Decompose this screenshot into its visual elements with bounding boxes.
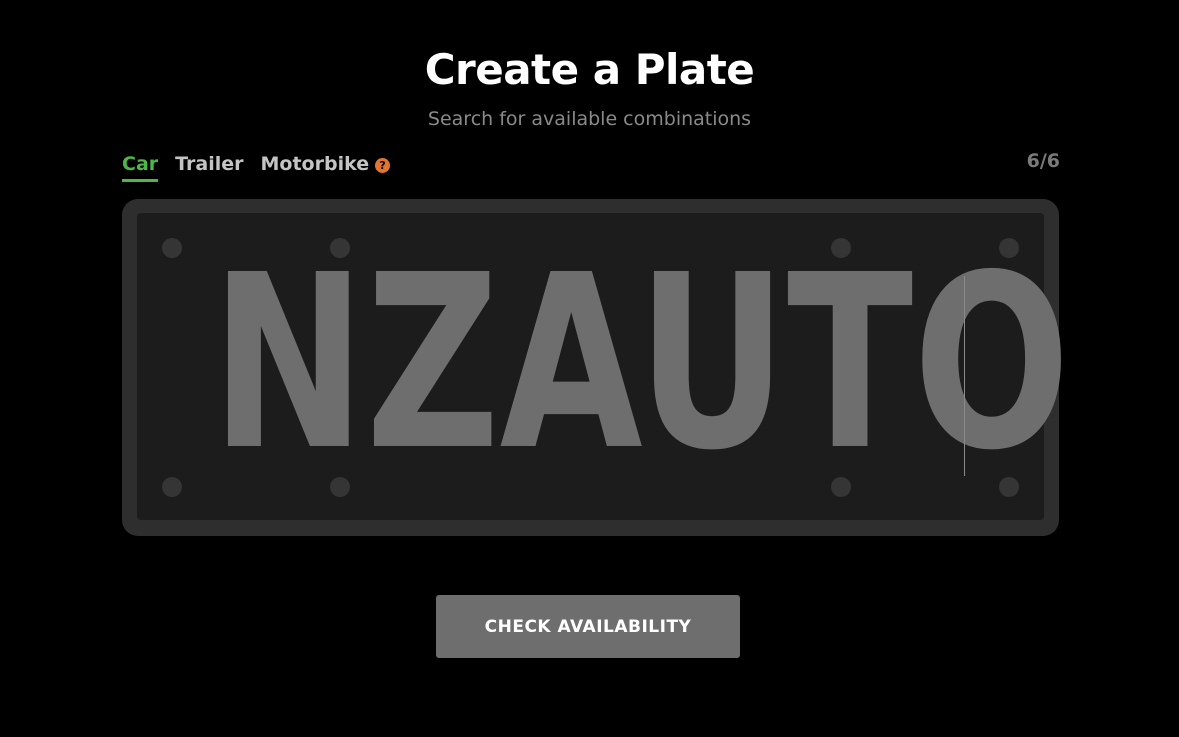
- page-title: Create a Plate: [424, 45, 755, 94]
- plate-text: NZAUTO: [211, 223, 1071, 503]
- screw-icon: [162, 477, 182, 497]
- plate-preview: NZAUTO: [122, 199, 1071, 536]
- create-plate-page: Create a Plate Search for available comb…: [0, 0, 1179, 737]
- tab-trailer-label: Trailer: [175, 153, 244, 175]
- tab-car[interactable]: Car: [122, 151, 159, 182]
- tab-car-label: Car: [122, 153, 159, 175]
- tab-motorbike-label: Motorbike: [260, 153, 370, 175]
- text-caret: [964, 276, 965, 476]
- page-subtitle: Search for available combinations: [427, 108, 752, 130]
- screw-icon: [162, 238, 182, 258]
- check-availability-button[interactable]: CHECK AVAILABILITY: [436, 595, 740, 658]
- tab-trailer[interactable]: Trailer: [175, 151, 243, 182]
- tab-motorbike[interactable]: Motorbike ?: [261, 151, 391, 182]
- plate-input[interactable]: NZAUTO: [137, 213, 1071, 520]
- vehicle-type-tabs: Car Trailer Motorbike ?: [122, 151, 407, 182]
- character-counter: 6/6: [1026, 150, 1060, 172]
- question-circle-icon[interactable]: ?: [375, 157, 391, 173]
